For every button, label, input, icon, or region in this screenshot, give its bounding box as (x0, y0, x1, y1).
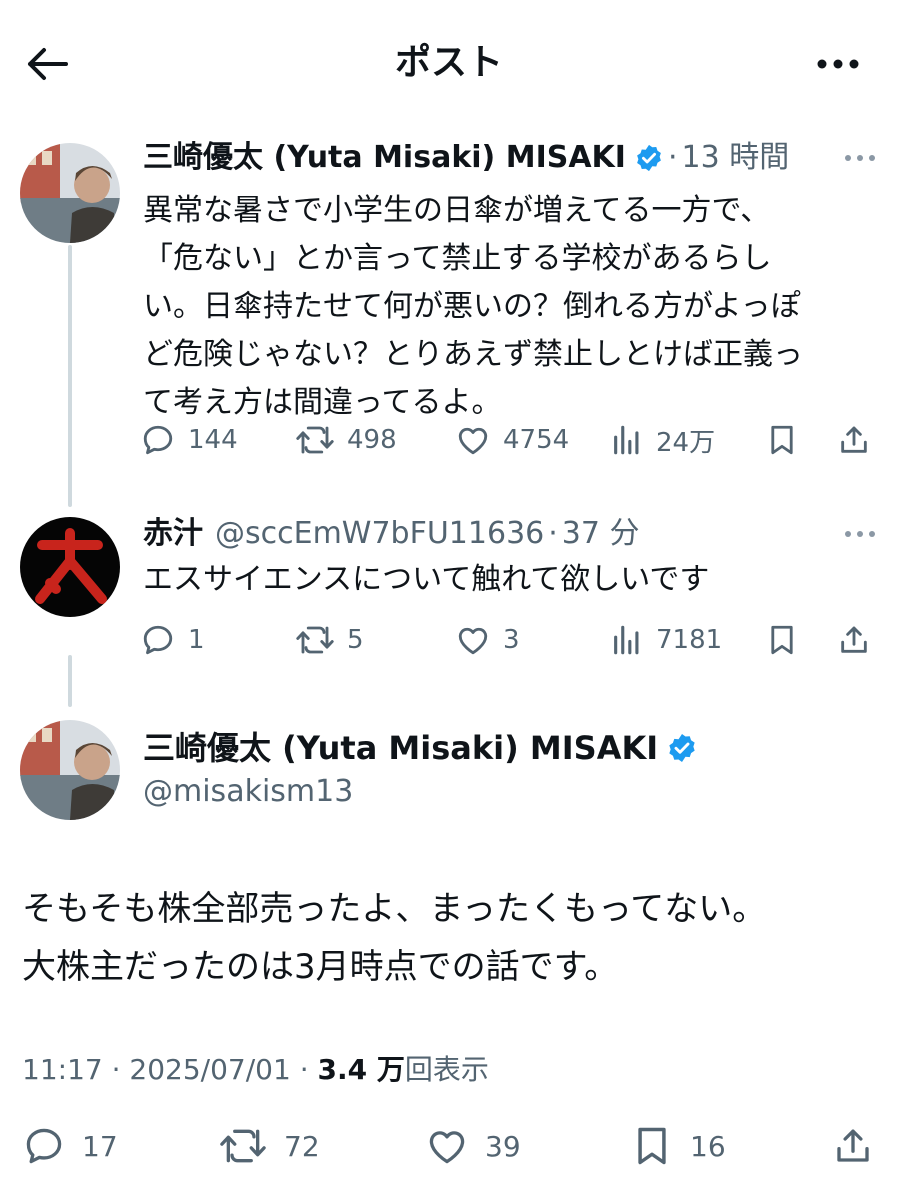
tweet-text: 異常な暑さで小学生の日傘が増えてる一方で、 「危ない」とか言って禁止する学校があ… (143, 187, 883, 427)
share-icon (841, 626, 867, 653)
verified-icon (637, 144, 661, 172)
like-count: 4754 (503, 425, 570, 455)
repost-count: 5 (347, 625, 364, 655)
tweet-header: 三崎優太 (Yuta Misaki) MISAKI · 13 時間 (143, 138, 789, 178)
like-icon (458, 427, 488, 455)
like-button[interactable]: 39 (425, 1118, 521, 1174)
views-button[interactable]: 24万 (610, 415, 715, 465)
share-icon (837, 1129, 869, 1162)
views-label: 回表示 (404, 1053, 489, 1086)
reply-count: 1 (188, 625, 205, 655)
share-icon (841, 426, 867, 453)
share-button[interactable] (837, 615, 871, 665)
share-button[interactable] (832, 1118, 874, 1174)
author-name[interactable]: 三崎優太 (Yuta Misaki) MISAKI (143, 726, 698, 770)
post-date[interactable]: 2025/07/01 (129, 1053, 290, 1086)
main-tweet-actions: 17 72 39 16 (0, 1118, 898, 1174)
tweet-header: 赤汁 @sccEmW7bFU11636 · 37 分 (143, 514, 640, 554)
repost-button[interactable]: 498 (295, 415, 397, 465)
bookmark-button[interactable] (765, 415, 799, 465)
more-icon (845, 155, 875, 161)
avatar[interactable] (20, 143, 120, 243)
verified-badge (634, 143, 664, 173)
tweet-text-line: 大株主だったのは3月時点での話です。 (22, 947, 619, 987)
bookmark-icon (771, 425, 793, 455)
bookmark-icon (771, 625, 793, 655)
verified-badge (666, 732, 698, 764)
avatar[interactable] (20, 517, 120, 617)
views-button[interactable]: 7181 (610, 615, 722, 665)
views-count: 7181 (656, 625, 723, 655)
tweet-text: エスサイエンスについて触れて欲しいです (143, 562, 710, 597)
tweet-metadata: 11:17 · 2025/07/01 · 3.4 万回表示 (22, 1050, 489, 1090)
display-name: 三崎優太 (Yuta Misaki) MISAKI (143, 729, 659, 767)
reply-icon (143, 425, 173, 455)
views-icon (614, 425, 639, 455)
separator-dot: · (548, 516, 558, 551)
reply-count: 144 (188, 425, 238, 455)
thread-line (68, 245, 72, 507)
more-icon (845, 531, 875, 537)
tweet-more-button[interactable] (840, 143, 880, 173)
like-button[interactable]: 3 (455, 615, 520, 665)
separator-dot: · (299, 1053, 318, 1086)
separator-dot: · (667, 140, 678, 175)
share-button[interactable] (837, 415, 871, 465)
tweet-text-line: 異常な暑さで小学生の日傘が増えてる一方で、 (143, 193, 771, 228)
repost-count: 498 (347, 425, 397, 455)
bookmark-icon (638, 1127, 666, 1165)
bookmark-button[interactable]: 16 (630, 1118, 726, 1174)
tweet-text-line: ど危険じゃない？とりあえず禁止しとけば正義っ (143, 337, 803, 372)
display-name[interactable]: 赤汁 (143, 514, 203, 554)
reply-count: 17 (82, 1129, 118, 1163)
like-icon (429, 1131, 465, 1164)
reply-icon (143, 625, 173, 655)
tweet-actions: 1 5 3 7181 (140, 615, 880, 665)
reply-button[interactable]: 17 (22, 1118, 118, 1174)
tweet-text-line: 「危ない」とか言って禁止する学校があるらし (143, 241, 772, 276)
bookmark-button[interactable] (765, 615, 799, 665)
repost-icon (296, 626, 334, 654)
separator-dot: · (111, 1053, 130, 1086)
tweet-text-line: そもそも株全部売ったよ、まったくもってない。 (22, 889, 767, 929)
verified-icon (669, 734, 695, 762)
tweet-time[interactable]: 13 時間 (682, 138, 790, 178)
reply-button[interactable]: 144 (140, 415, 238, 465)
reply-icon (26, 1128, 62, 1164)
more-icon (817, 59, 859, 69)
more-options-button[interactable] (808, 40, 868, 88)
like-count: 3 (503, 625, 520, 655)
like-button[interactable]: 4754 (455, 415, 569, 465)
tweet-text-line: い。日傘持たせて何が悪いの？倒れる方がよっぽ (143, 289, 801, 324)
repost-icon (296, 426, 334, 454)
views-count: 3.4 万 (317, 1053, 405, 1086)
post-time[interactable]: 11:17 (22, 1053, 103, 1086)
tweet-actions: 144 498 4754 24万 (140, 415, 880, 465)
user-handle[interactable]: @misakism13 (143, 772, 353, 812)
bookmark-count: 16 (690, 1129, 726, 1163)
thread-line (68, 655, 72, 707)
repost-button[interactable]: 72 (218, 1118, 320, 1174)
tweet-text: そもそも株全部売ったよ、まったくもってない。 大株主だったのは3月時点での話です… (22, 880, 882, 996)
like-icon (458, 627, 488, 655)
tweet-more-button[interactable] (840, 519, 880, 549)
repost-button[interactable]: 5 (295, 615, 364, 665)
like-count: 39 (485, 1129, 521, 1163)
top-bar: ポスト (0, 0, 898, 125)
views-icon (614, 625, 639, 655)
page-title: ポスト (394, 42, 503, 83)
user-handle[interactable]: @sccEmW7bFU11636 (215, 514, 544, 554)
tweet-time[interactable]: 37 分 (562, 514, 640, 554)
repost-icon (220, 1129, 266, 1163)
reply-button[interactable]: 1 (140, 615, 205, 665)
views-count: 24万 (656, 427, 716, 458)
repost-count: 72 (284, 1129, 320, 1163)
display-name[interactable]: 三崎優太 (Yuta Misaki) MISAKI (143, 138, 626, 178)
avatar[interactable] (20, 720, 120, 820)
